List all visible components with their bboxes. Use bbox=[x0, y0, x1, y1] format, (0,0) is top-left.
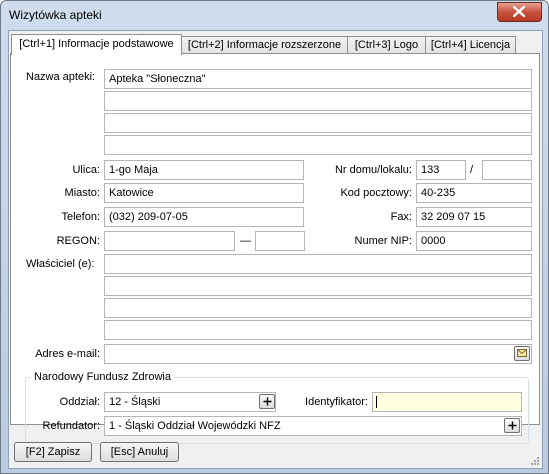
plus-icon bbox=[508, 421, 517, 430]
postal-code-label: Kod pocztowy: bbox=[340, 187, 412, 199]
phone-label: Telefon: bbox=[61, 211, 100, 223]
flat-number-field[interactable] bbox=[482, 160, 532, 180]
regon-field-2[interactable] bbox=[255, 231, 305, 251]
pharmacy-name-line-4[interactable] bbox=[104, 135, 532, 155]
email-label: Adres e-mail: bbox=[35, 348, 100, 360]
resize-grip-icon[interactable] bbox=[529, 455, 539, 465]
regon-field-1[interactable] bbox=[104, 231, 235, 251]
window-title: Wizytówka apteki bbox=[9, 8, 102, 22]
street-field[interactable]: 1-go Maja bbox=[104, 160, 304, 180]
nfz-group-title: Narodowy Fundusz Zdrowia bbox=[31, 371, 174, 383]
house-number-separator: / bbox=[470, 164, 474, 176]
pharmacy-name-label: Nazwa apteki: bbox=[26, 71, 96, 83]
nfz-identifier-field[interactable] bbox=[372, 392, 522, 412]
fax-label: Fax: bbox=[390, 211, 412, 223]
regon-label: REGON: bbox=[56, 235, 100, 247]
nip-label: Numer NIP: bbox=[354, 235, 412, 247]
text-cursor bbox=[376, 396, 377, 408]
refunder-label: Refundator: bbox=[42, 420, 100, 432]
plus-icon bbox=[263, 397, 272, 406]
owner-line-1[interactable] bbox=[104, 254, 532, 274]
pharmacy-name-line-1[interactable]: Apteka "Słoneczna" bbox=[104, 69, 532, 89]
city-label: Miasto: bbox=[64, 187, 100, 199]
basic-info-panel: Nazwa apteki: Apteka "Słoneczna" Ulica: … bbox=[10, 53, 540, 444]
street-label: Ulica: bbox=[72, 164, 100, 176]
cancel-button[interactable]: [Esc] Anuluj bbox=[100, 442, 179, 462]
nfz-branch-picker-button[interactable] bbox=[259, 394, 275, 409]
pharmacy-name-line-2[interactable] bbox=[104, 91, 532, 111]
pharmacy-name-line-3[interactable] bbox=[104, 113, 532, 133]
owner-line-4[interactable] bbox=[104, 320, 532, 340]
nfz-branch-label: Oddział: bbox=[59, 396, 100, 408]
app-window: Wizytówka apteki [Ctrl+1] Informacje pod… bbox=[0, 0, 549, 474]
envelope-icon bbox=[517, 349, 527, 357]
tab-extended-info[interactable]: [Ctrl+2] Informacje rozszerzone bbox=[181, 36, 348, 53]
owner-line-2[interactable] bbox=[104, 276, 532, 296]
owner-line-3[interactable] bbox=[104, 298, 532, 318]
postal-code-field[interactable]: 40-235 bbox=[416, 183, 532, 203]
nfz-branch-field[interactable]: 12 - Śląski bbox=[104, 392, 276, 412]
city-field[interactable]: Katowice bbox=[104, 183, 304, 203]
tab-license[interactable]: [Ctrl+4] Licencja bbox=[425, 36, 516, 53]
refunder-picker-button[interactable] bbox=[504, 418, 520, 433]
regon-separator: — bbox=[240, 235, 251, 247]
fax-field[interactable]: 32 209 07 15 bbox=[416, 207, 532, 227]
refunder-field[interactable]: 1 - Śląski Oddział Wojewódzki NFZ bbox=[104, 416, 522, 436]
email-field[interactable] bbox=[104, 344, 532, 364]
close-button[interactable] bbox=[497, 2, 542, 22]
save-button[interactable]: [F2] Zapisz bbox=[14, 442, 92, 462]
owner-label: Właściciel (e): bbox=[26, 258, 95, 270]
dialog-body: [Ctrl+1] Informacje podstawowe [Ctrl+2] … bbox=[8, 30, 543, 469]
nfz-identifier-label: Identyfikator: bbox=[305, 396, 368, 408]
nip-field[interactable]: 0000 bbox=[416, 231, 532, 251]
tab-logo[interactable]: [Ctrl+3] Logo bbox=[347, 36, 426, 53]
house-number-field[interactable]: 133 bbox=[416, 160, 466, 180]
close-icon bbox=[513, 6, 525, 17]
email-send-button[interactable] bbox=[514, 346, 530, 361]
title-bar[interactable]: Wizytówka apteki bbox=[1, 1, 548, 29]
phone-field[interactable]: (032) 209-07-05 bbox=[104, 207, 304, 227]
tab-basic-info[interactable]: [Ctrl+1] Informacje podstawowe bbox=[11, 34, 182, 55]
house-number-label: Nr domu/lokalu: bbox=[334, 164, 412, 176]
